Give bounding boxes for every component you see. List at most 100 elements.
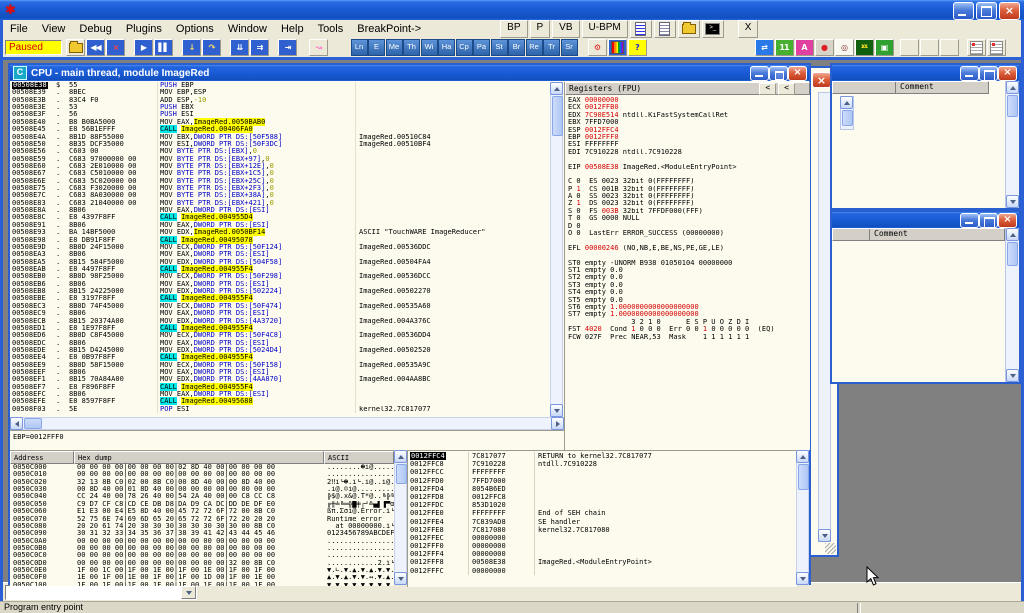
animate-into-button[interactable]: ⇊ [230,39,249,56]
register-line[interactable]: ST0 empty -UNORM B938 01050104 00000000 [568,260,810,267]
register-line[interactable]: T 0 GS 0000 NULL [568,215,810,222]
disasm-row[interactable]: 00508E3B.83C4 F0ADD ESP,-10 [10,97,550,104]
registers-pane[interactable]: Registers (FPU) < < EAX 00000000ECX 0012… [564,82,810,450]
disasm-row[interactable]: 00508EF7.E8 F896F8FFCALL ImageRed.004955… [10,384,550,391]
cpu-minimize-button[interactable] [750,66,769,81]
execute-till-return-button[interactable]: ⇥ [278,39,297,56]
stack-row[interactable]: 0012FFD48054B6ED [408,485,797,493]
resize-grip[interactable] [825,543,836,554]
register-line[interactable]: EIP 00508E38 ImageRed.<ModuleEntryPoint> [568,164,810,171]
stack-row[interactable]: 0012FFC47C817077RETURN to kernel32.7C817… [408,452,797,460]
disasm-row[interactable]: 00508ED6.8B0D C8F45000MOV ECX,DWORD PTR … [10,332,550,339]
registers-header[interactable]: Registers (FPU) < < [565,82,810,95]
registers-prev-button[interactable]: < [759,83,776,95]
cpu-restore-button[interactable] [769,66,788,81]
disasm-row[interactable]: 00508EC3.8B0D 74F45000MOV ECX,DWORD PTR … [10,303,550,310]
toolbar-pane-button-sr[interactable]: Sr [561,39,578,56]
disasm-row[interactable]: 00508E8C.E8 4397F8FFCALL ImageRed.004955… [10,214,550,221]
stack-row[interactable]: 0012FFD07FFD7000 [408,477,797,485]
registers-prev2-button[interactable]: < [778,83,795,95]
stack-row[interactable]: 0012FFF000000000 [408,542,797,550]
minimize-button[interactable] [953,2,974,20]
window-button[interactable]: ▣ [875,39,894,56]
dump-pane[interactable]: Address Hex dump ASCII 0050C00000 00 00 … [10,450,394,586]
toolbar-pane-button-re[interactable]: Re [526,39,543,56]
register-line[interactable]: ESP 0012FFC4 [568,127,810,134]
stack-pane[interactable]: 0012FFC47C817077RETURN to kernel32.7C817… [407,450,797,587]
register-line[interactable]: FST 4020 Cond 1 0 0 0 Err 0 0 1 0 0 0 0 … [568,326,810,333]
restart-button[interactable]: ◀◀ [86,39,105,56]
command-combobox[interactable] [5,585,197,600]
toolbar-pane-button-st[interactable]: St [491,39,508,56]
toolbar-close-button[interactable]: X [738,20,759,38]
dump-header-ascii[interactable]: ASCII [324,451,394,464]
spiral-button[interactable]: ◎ [835,39,854,56]
comment-bottom-maximize-button[interactable] [979,213,998,228]
toolbar-pane-button-e[interactable]: E [368,39,385,56]
dump-scrollbar[interactable] [394,450,407,585]
options-gear-button[interactable]: ⚙ [588,39,607,56]
toolbar-pane-button-tr[interactable]: Tr [543,39,560,56]
stack-row[interactable]: 0012FFC87C910228ntdll.7C910228 [408,460,797,468]
register-line[interactable]: ST2 empty 0.0 [568,274,810,281]
appearance-button[interactable] [608,39,627,56]
register-line[interactable]: C 0 ES 0023 32bit 0(FFFFFFFF) [568,178,810,185]
analyze-a-button[interactable]: A [795,39,814,56]
toolbar-pane-button-ln[interactable]: Ln [351,39,368,56]
menu-item-breakpoint[interactable]: BreakPoint-> [350,21,428,37]
menu-item-help[interactable]: Help [274,21,311,37]
menu-item-file[interactable]: File [3,21,35,37]
register-line[interactable]: O 0 LastErr ERROR_SUCCESS (00000000) [568,230,810,237]
toolbar-pane-button-ha[interactable]: Ha [438,39,455,56]
stack-row[interactable]: 0012FFF400000000 [408,550,797,558]
stack-row[interactable]: 0012FFE0FFFFFFFFEnd of SEH chain [408,509,797,517]
stack-row[interactable]: 0012FFF800508E38ImageRed.<ModuleEntryPoi… [408,558,797,566]
register-line[interactable] [568,171,810,178]
stack-row[interactable]: 0012FFCCFFFFFFFF [408,468,797,476]
dump-row[interactable]: 0050C1001F 00 1F 00|1F 00 1F 00|1F 00 1F… [10,582,394,586]
close-button[interactable]: × [999,2,1020,20]
register-line[interactable]: ECX 0012FFB0 [568,104,810,111]
page-icon-button[interactable] [654,20,676,38]
menu-item-options[interactable]: Options [169,21,221,37]
combobox-dropdown-button[interactable] [181,586,196,599]
stack-row[interactable]: 0012FFD80012FFC8 [408,493,797,501]
toolbar-pane-button-th[interactable]: Th [403,39,420,56]
register-line[interactable]: EBP 0012FFF0 [568,134,810,141]
cpu-titlebar[interactable]: C CPU - main thread, module ImageRed × [10,65,809,81]
register-line[interactable] [568,237,810,244]
register-line[interactable]: 3 2 1 0 E S P U O Z D I [568,319,810,326]
comment-window-top-titlebar[interactable]: × [832,65,1019,81]
menu-item-view[interactable]: View [35,21,73,37]
swap-arrows-button[interactable]: ⇄ [755,39,774,56]
comment-window-bottom-titlebar[interactable]: × [832,212,1019,228]
toolbar-pane-button-wi[interactable]: Wi [421,39,438,56]
disasm-row[interactable]: 00508EFE.E8 8597F8FFCALL ImageRed.004956… [10,398,550,405]
toolbar-pane-button-me[interactable]: Me [386,39,403,56]
register-line[interactable]: FCW 027F Prec NEAR,53 Mask 1 1 1 1 1 1 [568,334,810,341]
toolbar-button-vb[interactable]: VB [552,20,579,38]
disasm-row[interactable]: 00508F03.5EPOP ESIkernel32.7C817077 [10,406,550,413]
blank-button-2[interactable] [920,39,939,56]
background-window-close-button[interactable]: × [812,72,831,88]
trace-button[interactable]: ↝ [309,39,328,56]
stack-row[interactable]: 0012FFE87C817080kernel32.7C817080 [408,526,797,534]
comment-top-close-button[interactable]: × [998,66,1017,81]
converter-button[interactable]: 11 [775,39,794,56]
register-line[interactable]: EFL 00000246 (NO,NB,E,BE,NS,PE,GE,LE) [568,245,810,252]
help-button[interactable]: ? [628,39,647,56]
toolbar-pane-button-cp[interactable]: Cp [456,39,473,56]
disasm-row[interactable]: 00508E3E.53PUSH EBX [10,104,550,111]
blank-button-1[interactable] [900,39,919,56]
register-line[interactable]: EBX 7FFD7000 [568,119,810,126]
register-line[interactable] [568,252,810,259]
stack-row[interactable]: 0012FFE47C839AD8SE handler [408,518,797,526]
menu-item-window[interactable]: Window [221,21,274,37]
notes-icon-button[interactable] [630,20,652,38]
stack-row[interactable]: 0012FFDC853D1020 [408,501,797,509]
step-into-button[interactable]: ↓ [182,39,201,56]
toolbar-button-ubpm[interactable]: U-BPM [582,20,628,38]
register-line[interactable]: ST5 empty 0.0 [568,297,810,304]
register-line[interactable]: EDX 7C90E514 ntdll.KiFastSystemCallRet [568,112,810,119]
menu-item-tools[interactable]: Tools [311,21,351,37]
